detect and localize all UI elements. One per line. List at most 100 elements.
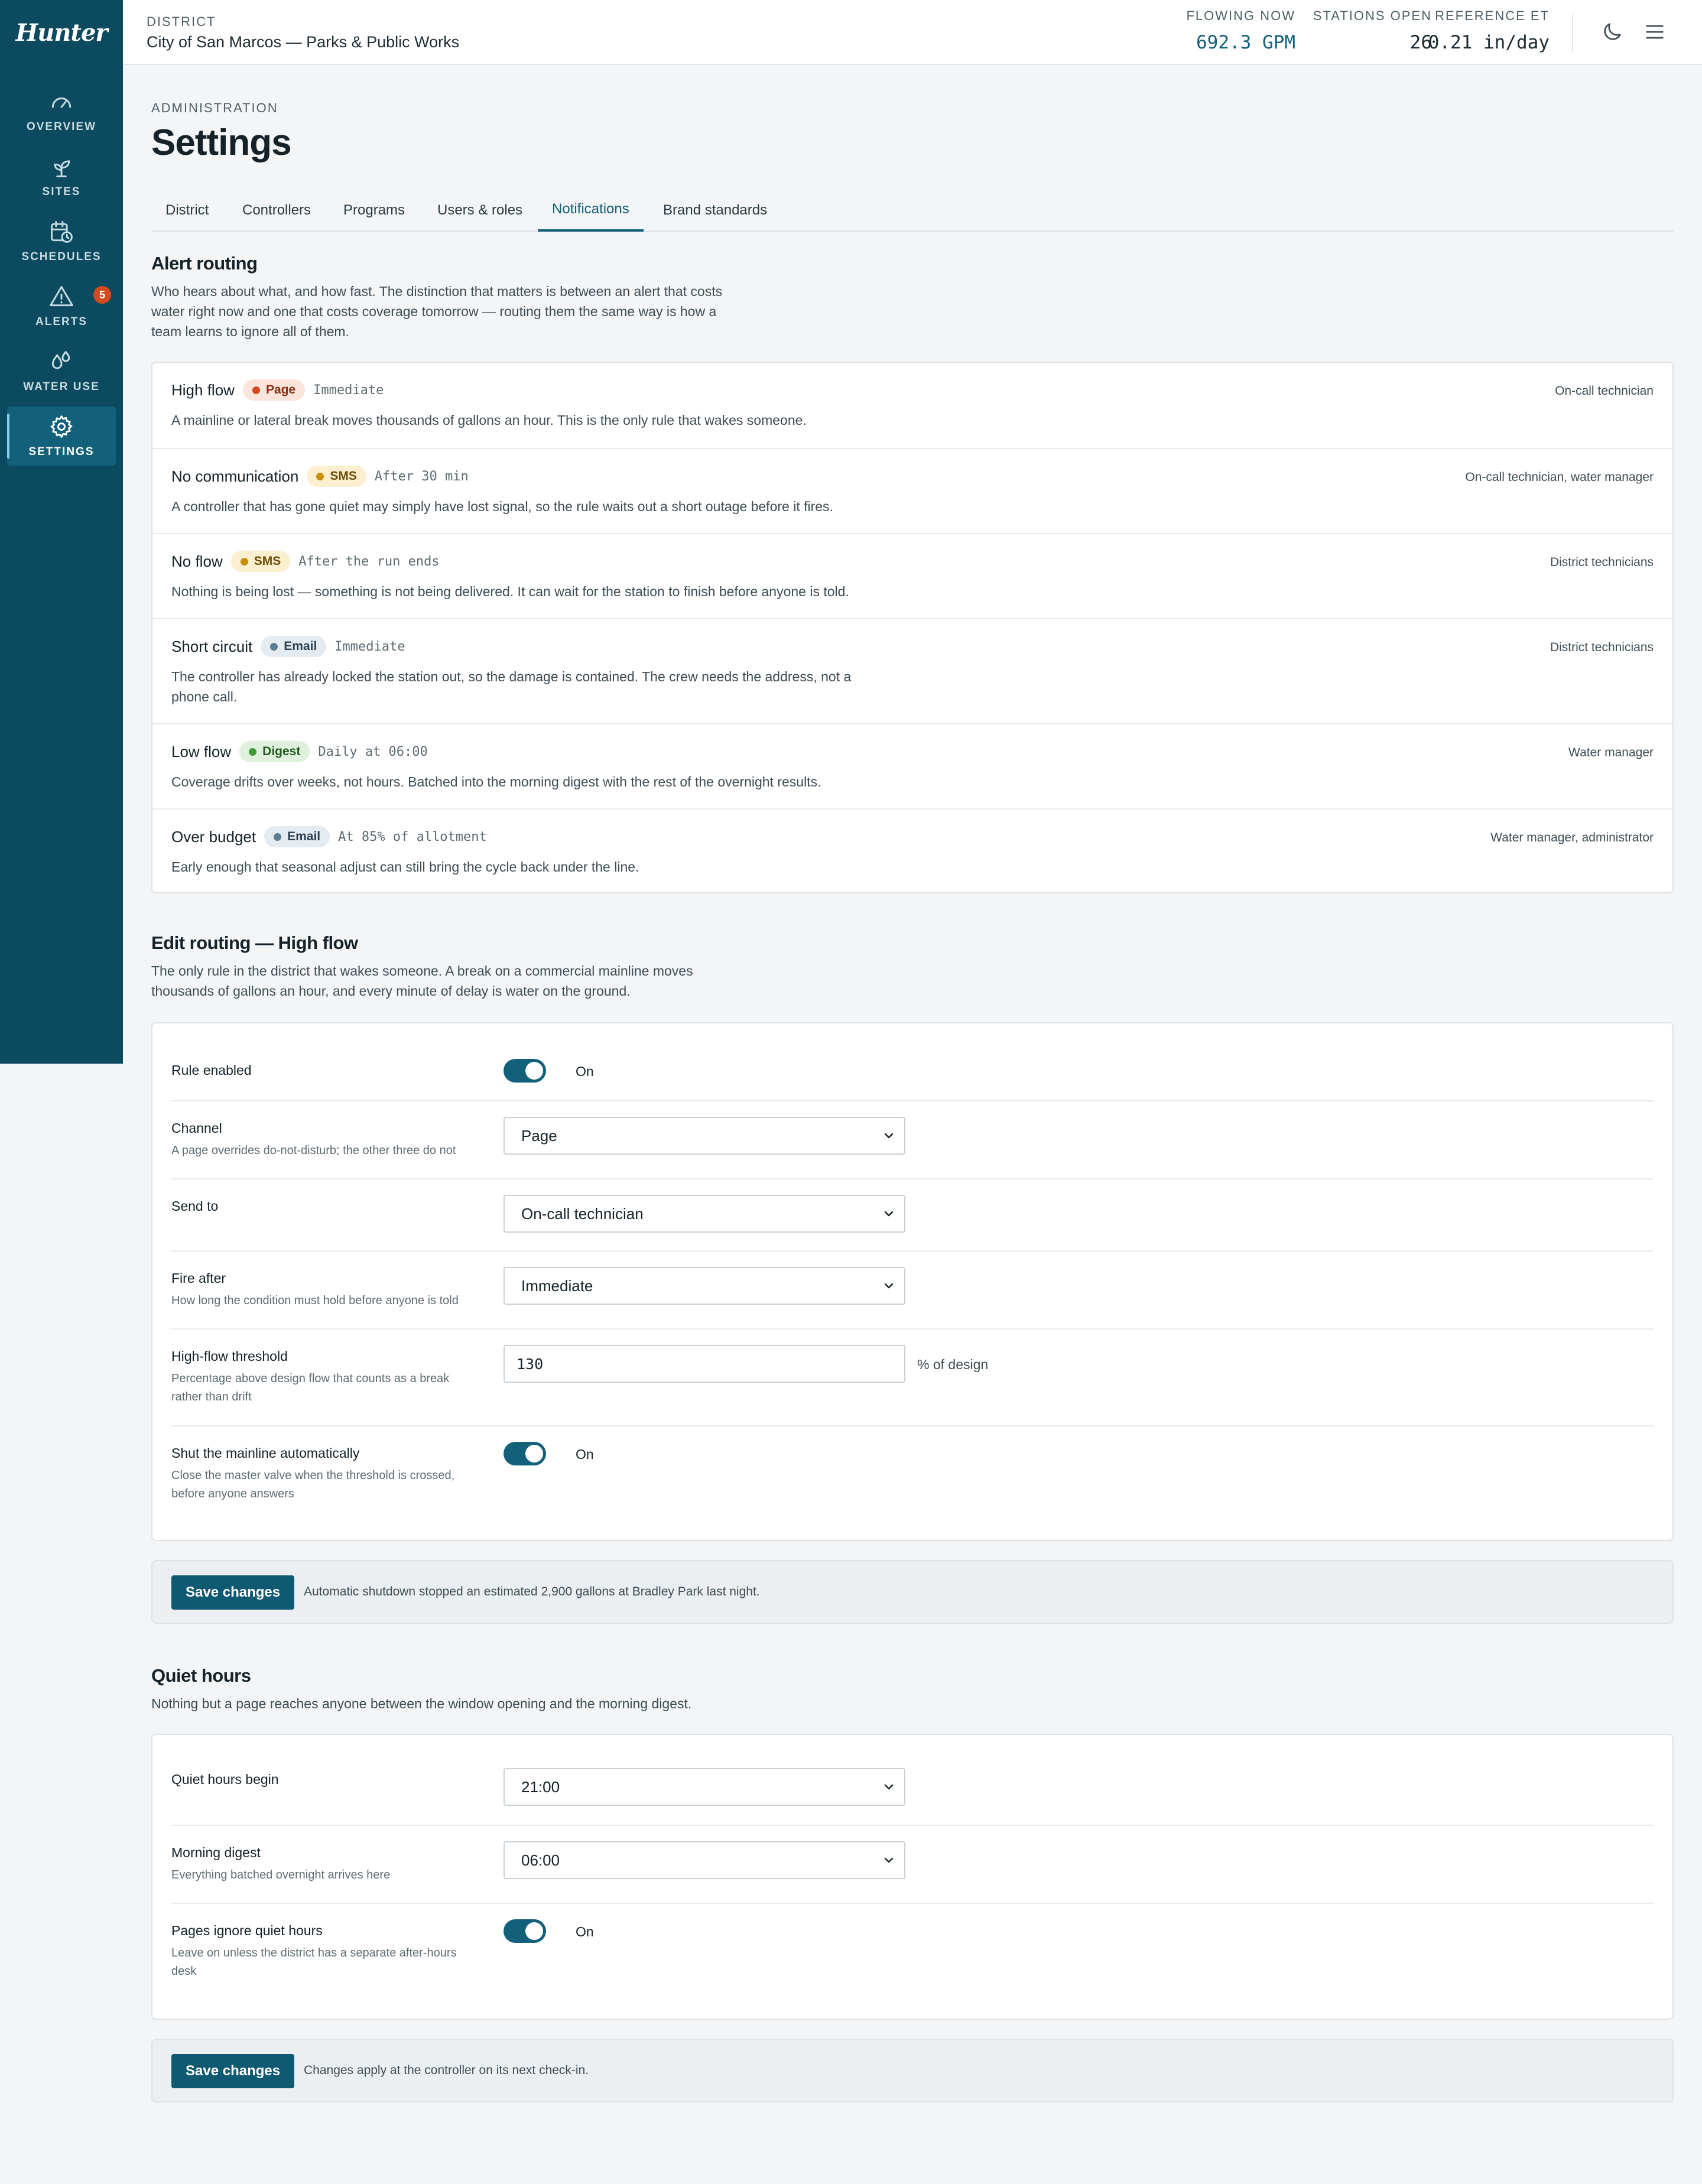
- quiet-begin-label: Quiet hours begin: [171, 1772, 279, 1787]
- sidebar-item-settings[interactable]: SETTINGS: [7, 407, 116, 466]
- tab-brand-standards[interactable]: Brand standards: [649, 189, 781, 232]
- rule-description: Coverage drifts over weeks, not hours. B…: [171, 774, 821, 789]
- channel-label: Page: [265, 383, 296, 396]
- alert-rules-list: High flow Page Immediate On-call technic…: [151, 362, 1674, 893]
- page-title: Settings: [151, 122, 292, 163]
- channel-chip: Page: [242, 379, 306, 401]
- rule-enabled-state: On: [576, 1064, 594, 1079]
- rule-recipients: Water manager: [1568, 746, 1654, 759]
- rule-row-low-flow[interactable]: Low flow Digest Daily at 06:00 Water man…: [152, 723, 1672, 808]
- quiet-hours-description: Nothing but a page reaches anyone betwee…: [151, 1696, 692, 1711]
- menu-icon[interactable]: [1643, 20, 1667, 44]
- tab-notifications[interactable]: Notifications: [538, 189, 644, 232]
- district-name: City of San Marcos — Parks & Public Work…: [147, 33, 460, 51]
- rule-name: Over budget: [171, 827, 256, 846]
- threshold-label: High-flow threshold: [171, 1348, 288, 1364]
- fire-after-select[interactable]: Immediate: [504, 1267, 905, 1305]
- channel-dot: [252, 386, 260, 394]
- stat-value: 692.3 GPM: [1196, 32, 1295, 53]
- morning-digest-value: 06:00: [521, 1851, 560, 1869]
- shutoff-label: Shut the mainline automatically: [171, 1445, 360, 1461]
- rule-name: No communication: [171, 467, 299, 485]
- sidebar-item-label: SETTINGS: [28, 446, 95, 458]
- pages-ignore-label: Pages ignore quiet hours: [171, 1923, 323, 1938]
- rule-description: A mainline or lateral break moves thousa…: [171, 412, 807, 428]
- quiet-hours-title: Quiet hours: [151, 1665, 251, 1686]
- quiet-hours-save-bar: Save changes Changes apply at the contro…: [151, 2039, 1674, 2102]
- tab-programs[interactable]: Programs: [329, 189, 419, 232]
- shutoff-help: Close the master valve when the threshol…: [171, 1469, 455, 1500]
- channel-chip: SMS: [307, 466, 366, 487]
- sidebar-item-label: SCHEDULES: [21, 251, 102, 263]
- shutoff-toggle[interactable]: [504, 1442, 546, 1465]
- threshold-input[interactable]: 130: [504, 1345, 905, 1383]
- rule-row-over-budget[interactable]: Over budget Email At 85% of allotment Wa…: [152, 808, 1672, 893]
- settings-tabs: District Controllers Programs Users & ro…: [151, 189, 1674, 232]
- channel-chip: Email: [264, 826, 330, 847]
- sprout-icon: [54, 160, 70, 177]
- channel-chip: Email: [261, 636, 327, 657]
- sidebar-item-water-use[interactable]: WATER USE: [7, 342, 116, 401]
- hunter-logo[interactable]: Hunter: [0, 0, 123, 65]
- threshold-suffix: % of design: [917, 1357, 989, 1372]
- channel-select[interactable]: Page: [504, 1117, 905, 1155]
- shutoff-row: Shut the mainline automatically Close th…: [171, 1425, 1654, 1525]
- shutoff-state: On: [576, 1447, 594, 1462]
- tab-controllers[interactable]: Controllers: [228, 189, 325, 232]
- droplets-icon: [51, 351, 70, 369]
- morning-digest-select[interactable]: 06:00: [504, 1841, 905, 1879]
- rule-enabled-toggle[interactable]: [504, 1059, 546, 1083]
- channel-row: Channel A page overrides do-not-disturb;…: [171, 1100, 1654, 1178]
- channel-label: Email: [287, 830, 321, 843]
- save-changes-button[interactable]: Save changes: [171, 2054, 295, 2088]
- pages-ignore-help: Leave on unless the district has a separ…: [171, 1946, 457, 1978]
- stat-value: 26: [1409, 32, 1432, 53]
- rule-row-high-flow[interactable]: High flow Page Immediate On-call technic…: [152, 363, 1672, 448]
- sidebar-item-schedules[interactable]: SCHEDULES: [7, 212, 116, 271]
- rule-timing: After 30 min: [374, 469, 469, 484]
- warning-triangle-icon: [50, 286, 73, 307]
- rule-timing: Immediate: [313, 382, 384, 398]
- tab-users-roles[interactable]: Users & roles: [423, 189, 537, 232]
- moon-icon[interactable]: [1600, 20, 1624, 44]
- tab-district[interactable]: District: [151, 189, 223, 232]
- save-changes-button[interactable]: Save changes: [171, 1575, 295, 1610]
- rule-row-no-communication[interactable]: No communication SMS After 30 min On-cal…: [152, 448, 1672, 533]
- alert-routing-description: Who hears about what, and how fast. The …: [151, 284, 723, 339]
- sidebar-item-sites[interactable]: SITES: [7, 147, 116, 206]
- channel-label: Email: [284, 639, 317, 653]
- rule-row-short-circuit[interactable]: Short circuit Email Immediate District t…: [152, 618, 1672, 723]
- rule-row-no-flow[interactable]: No flow SMS After the run ends District …: [152, 533, 1672, 618]
- channel-label: SMS: [330, 469, 357, 483]
- rule-name: Short circuit: [171, 637, 253, 655]
- district-label: DISTRICT: [147, 14, 216, 29]
- calendar-clock-icon: [51, 221, 73, 243]
- channel-select-value: Page: [521, 1126, 557, 1145]
- sidebar-item-label: OVERVIEW: [26, 121, 97, 133]
- send-to-select[interactable]: On-call technician: [504, 1195, 905, 1233]
- threshold-help: Percentage above design flow that counts…: [171, 1372, 450, 1403]
- edit-routing-description: The only rule in the district that wakes…: [151, 963, 693, 999]
- channel-chip: SMS: [230, 551, 291, 572]
- toggle-knob: [525, 1062, 543, 1080]
- stat-reference-et: REFERENCE ET 0.21 in/day: [1428, 8, 1550, 53]
- threshold-row: High-flow threshold Percentage above des…: [171, 1328, 1654, 1425]
- sidebar-item-alerts[interactable]: ALERTS 5: [7, 277, 116, 336]
- stat-flowing-now: FLOWING NOW 692.3 GPM: [1186, 8, 1295, 53]
- quiet-hours-form: Quiet hours begin 21:00 Morning digest E…: [151, 1734, 1674, 2020]
- sidebar-item-overview[interactable]: OVERVIEW: [7, 82, 116, 141]
- rule-enabled-label: Rule enabled: [171, 1062, 252, 1078]
- channel-label: Digest: [262, 745, 301, 758]
- quiet-begin-select[interactable]: 21:00: [504, 1768, 905, 1806]
- page-eyebrow: ADMINISTRATION: [151, 100, 278, 115]
- rule-timing: At 85% of allotment: [338, 829, 487, 844]
- rule-timing: Daily at 06:00: [318, 744, 428, 759]
- pages-ignore-toggle[interactable]: [504, 1919, 546, 1943]
- chevron-down-icon: [884, 1857, 894, 1863]
- alerts-count-badge: 5: [93, 286, 111, 304]
- rule-recipients: On-call technician, water manager: [1465, 470, 1654, 484]
- gauge-icon: [51, 98, 72, 108]
- channel-chip: Digest: [239, 741, 310, 762]
- toggle-knob: [525, 1922, 543, 1940]
- send-to-label: Send to: [171, 1198, 219, 1214]
